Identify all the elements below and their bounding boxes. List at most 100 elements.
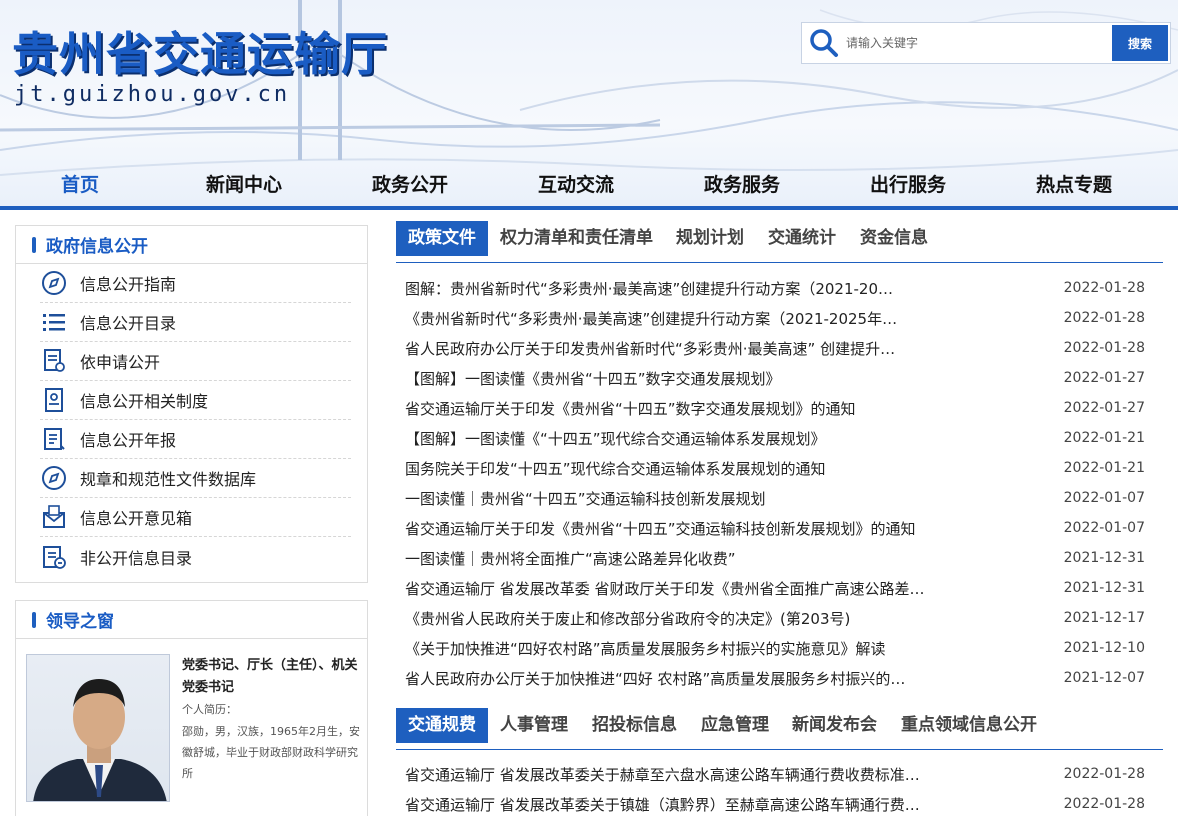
info-item-non-public[interactable]: 非公开信息目录 — [40, 537, 351, 576]
info-panel-title: 政府信息公开 — [46, 237, 148, 257]
nav-news-center[interactable]: 新闻中心 — [206, 170, 282, 197]
search-box: 搜索 — [801, 22, 1171, 64]
annual-report-icon — [40, 425, 68, 453]
info-item-label: 信息公开相关制度 — [80, 392, 209, 411]
list-item[interactable]: 国务院关于印发“十四五”现代综合交通运输体系发展规划的通知 2022-01-21 — [405, 453, 1145, 483]
info-panel: 政府信息公开 信息公开指南 信息公开目录 依申请公开 信息公开相关制度 信息公开… — [15, 225, 368, 583]
news-title[interactable]: 《关于加快推进“四好农村路”高质量发展服务乡村振兴的实施意见》解读 — [405, 638, 886, 659]
info-panel-header: 政府信息公开 — [16, 226, 367, 264]
news-title[interactable]: 【图解】一图读懂《“十四五”现代综合交通运输体系发展规划》 — [405, 428, 826, 449]
list-item[interactable]: 省人民政府办公厅关于印发贵州省新时代“多彩贵州·最美高速” 创建提升… 2022-… — [405, 333, 1145, 363]
search-button[interactable]: 搜索 — [1112, 25, 1168, 61]
news-date: 2022-01-28 — [1063, 310, 1145, 326]
policy-news-list: 图解：贵州省新时代“多彩贵州·最美高速”创建提升行动方案（2021-20… 202… — [405, 273, 1145, 693]
nav-interaction[interactable]: 互动交流 — [538, 170, 614, 197]
tab-press-conference[interactable]: 新闻发布会 — [792, 708, 877, 743]
mailbox-icon — [40, 503, 68, 531]
news-title[interactable]: 省交通运输厅关于印发《贵州省“十四五”交通运输科技创新发展规划》的通知 — [405, 518, 916, 539]
tab-statistics[interactable]: 交通统计 — [768, 221, 836, 256]
tab-funding[interactable]: 资金信息 — [860, 221, 928, 256]
news-date: 2022-01-28 — [1063, 796, 1145, 812]
news-title[interactable]: 省人民政府办公厅关于加快推进“四好 农村路”高质量发展服务乡村振兴的… — [405, 668, 905, 689]
list-item[interactable]: 【图解】一图读懂《“十四五”现代综合交通运输体系发展规划》 2022-01-21 — [405, 423, 1145, 453]
list-icon — [40, 308, 68, 336]
info-item-label: 依申请公开 — [80, 353, 161, 372]
news-date: 2021-12-07 — [1063, 670, 1145, 686]
restricted-list-icon — [40, 543, 68, 571]
news-date: 2021-12-10 — [1063, 640, 1145, 656]
list-item[interactable]: 省交通运输厅 省发展改革委关于镇雄（滇黔界）至赫章高速公路车辆通行费… 2022-… — [405, 789, 1145, 816]
list-item[interactable]: 《贵州省新时代“多彩贵州·最美高速”创建提升行动方案（2021-2025年… 20… — [405, 303, 1145, 333]
list-item[interactable]: 图解：贵州省新时代“多彩贵州·最美高速”创建提升行动方案（2021-20… 202… — [405, 273, 1145, 303]
info-list: 信息公开指南 信息公开目录 依申请公开 信息公开相关制度 信息公开年报 规章和规… — [16, 264, 367, 576]
info-item-guide[interactable]: 信息公开指南 — [40, 264, 351, 303]
info-item-apply[interactable]: 依申请公开 — [40, 342, 351, 381]
tab-planning[interactable]: 规划计划 — [676, 221, 744, 256]
nav-government-services[interactable]: 政务服务 — [704, 170, 780, 197]
info-item-label: 非公开信息目录 — [80, 548, 193, 568]
info-item-database[interactable]: 规章和规范性文件数据库 — [40, 459, 351, 498]
news-title[interactable]: 省交通运输厅关于印发《贵州省“十四五”数字交通发展规划》的通知 — [405, 398, 856, 419]
news-title[interactable]: 《贵州省新时代“多彩贵州·最美高速”创建提升行动方案（2021-2025年… — [405, 308, 897, 329]
nav-home[interactable]: 首页 — [61, 170, 99, 197]
news-title[interactable]: 《贵州省人民政府关于废止和修改部分省政府令的决定》(第203号) — [405, 608, 850, 629]
list-item[interactable]: 一图读懂｜贵州将全面推广“高速公路差异化收费” 2021-12-31 — [405, 543, 1145, 573]
list-item[interactable]: 省交通运输厅 省发展改革委关于赫章至六盘水高速公路车辆通行费收费标准… 2022-… — [405, 759, 1145, 789]
list-item[interactable]: 《关于加快推进“四好农村路”高质量发展服务乡村振兴的实施意见》解读 2021-12… — [405, 633, 1145, 663]
news-date: 2022-01-28 — [1063, 340, 1145, 356]
tab-transport-fees[interactable]: 交通规费 — [396, 708, 488, 743]
news-title[interactable]: 一图读懂｜贵州将全面推广“高速公路差异化收费” — [405, 548, 736, 569]
compass-icon — [40, 269, 68, 297]
site-header: 贵州省交通运输厅 jt.guizhou.gov.cn 搜索 首页 新闻中心 政务… — [0, 0, 1178, 210]
info-item-label: 信息公开意见箱 — [80, 509, 193, 528]
fees-news-list: 省交通运输厅 省发展改革委关于赫章至六盘水高速公路车辆通行费收费标准… 2022-… — [405, 759, 1145, 816]
info-item-annual-report[interactable]: 信息公开年报 — [40, 420, 351, 459]
news-date: 2022-01-21 — [1063, 460, 1145, 476]
nav-travel-services[interactable]: 出行服务 — [870, 170, 946, 197]
news-title[interactable]: 省交通运输厅 省发展改革委关于赫章至六盘水高速公路车辆通行费收费标准… — [405, 764, 920, 785]
info-item-label: 规章和规范性文件数据库 — [80, 470, 257, 489]
list-item[interactable]: 一图读懂｜贵州省“十四五”交通运输科技创新发展规划 2022-01-07 — [405, 483, 1145, 513]
info-item-label: 信息公开年报 — [80, 431, 177, 450]
tab-policy-documents[interactable]: 政策文件 — [396, 221, 488, 256]
news-title[interactable]: 图解：贵州省新时代“多彩贵州·最美高速”创建提升行动方案（2021-20… — [405, 278, 893, 299]
info-item-catalog[interactable]: 信息公开目录 — [40, 303, 351, 342]
fees-tabs: 交通规费 人事管理 招投标信息 应急管理 新闻发布会 重点领域信息公开 — [396, 708, 1163, 750]
news-date: 2022-01-28 — [1063, 280, 1145, 296]
list-item[interactable]: 《贵州省人民政府关于废止和修改部分省政府令的决定》(第203号) 2021-12-… — [405, 603, 1145, 633]
list-item[interactable]: 省交通运输厅 省发展改革委 省财政厅关于印发《贵州省全面推广高速公路差… 2021… — [405, 573, 1145, 603]
tab-personnel[interactable]: 人事管理 — [500, 708, 568, 743]
news-date: 2022-01-27 — [1063, 400, 1145, 416]
main-nav: 首页 新闻中心 政务公开 互动交流 政务服务 出行服务 热点专题 — [0, 164, 1178, 206]
policy-tabs: 政策文件 权力清单和责任清单 规划计划 交通统计 资金信息 — [396, 221, 1163, 263]
tab-emergency[interactable]: 应急管理 — [701, 708, 769, 743]
news-title[interactable]: 省交通运输厅 省发展改革委 省财政厅关于印发《贵州省全面推广高速公路差… — [405, 578, 925, 599]
list-item[interactable]: 【图解】一图读懂《贵州省“十四五”数字交通发展规划》 2022-01-27 — [405, 363, 1145, 393]
news-date: 2022-01-28 — [1063, 766, 1145, 782]
leader-bio-label: 个人简历： — [182, 703, 237, 716]
search-input[interactable] — [846, 24, 1112, 62]
news-title[interactable]: 【图解】一图读懂《贵州省“十四五”数字交通发展规划》 — [405, 368, 781, 389]
news-title[interactable]: 国务院关于印发“十四五”现代综合交通运输体系发展规划的通知 — [405, 458, 826, 479]
leader-panel-header: 领导之窗 — [16, 601, 367, 639]
list-item[interactable]: 省人民政府办公厅关于加快推进“四好 农村路”高质量发展服务乡村振兴的… 2021-… — [405, 663, 1145, 693]
info-item-regulations[interactable]: 信息公开相关制度 — [40, 381, 351, 420]
news-date: 2022-01-07 — [1063, 520, 1145, 536]
tab-power-list[interactable]: 权力清单和责任清单 — [500, 221, 653, 256]
list-item[interactable]: 省交通运输厅关于印发《贵州省“十四五”数字交通发展规划》的通知 2022-01-2… — [405, 393, 1145, 423]
nav-hot-topics[interactable]: 热点专题 — [1036, 170, 1112, 197]
leader-position: 党委书记、厅长（主任）、机关党委书记 — [182, 658, 358, 695]
regulation-icon — [40, 386, 68, 414]
leader-photo[interactable] — [26, 654, 170, 802]
news-title[interactable]: 省人民政府办公厅关于印发贵州省新时代“多彩贵州·最美高速” 创建提升… — [405, 338, 895, 359]
nav-government-affairs[interactable]: 政务公开 — [372, 170, 448, 197]
info-item-opinion-box[interactable]: 信息公开意见箱 — [40, 498, 351, 537]
news-title[interactable]: 一图读懂｜贵州省“十四五”交通运输科技创新发展规划 — [405, 488, 766, 509]
apply-document-icon — [40, 347, 68, 375]
news-date: 2021-12-31 — [1063, 580, 1145, 596]
list-item[interactable]: 省交通运输厅关于印发《贵州省“十四五”交通运输科技创新发展规划》的通知 2022-… — [405, 513, 1145, 543]
site-title: 贵州省交通运输厅 — [12, 27, 388, 81]
tab-bidding[interactable]: 招投标信息 — [592, 708, 677, 743]
news-title[interactable]: 省交通运输厅 省发展改革委关于镇雄（滇黔界）至赫章高速公路车辆通行费… — [405, 794, 920, 815]
tab-key-areas[interactable]: 重点领域信息公开 — [901, 708, 1037, 743]
